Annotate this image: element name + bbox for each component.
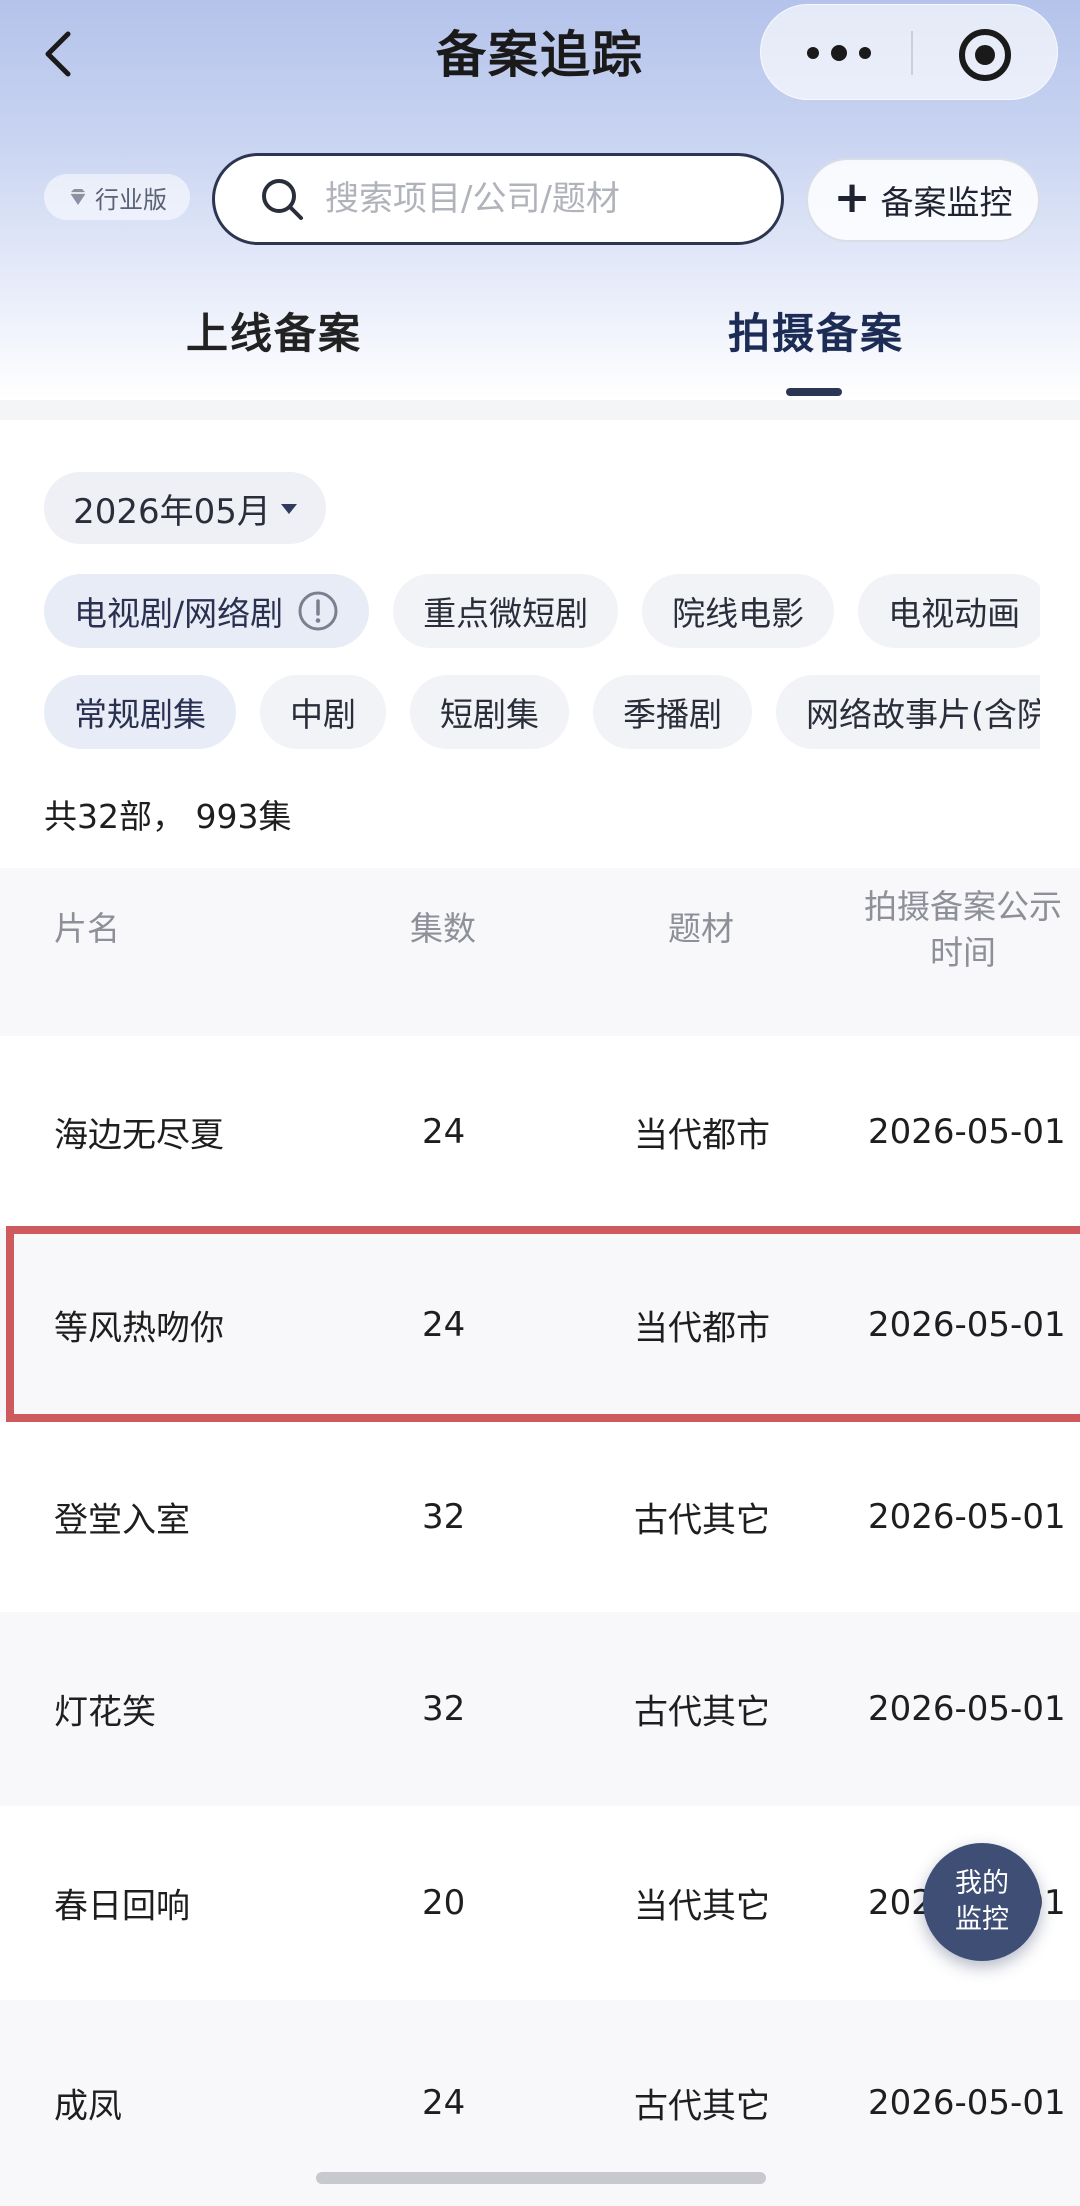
mini-program-capsule — [760, 4, 1058, 100]
my-monitor-fab-line1: 我的 — [955, 1868, 1009, 1899]
cell-episodes: 20 — [422, 1883, 466, 1923]
table-header: 片名 集数 题材 拍摄备案公示 时间 — [0, 868, 1080, 1036]
more-dots-icon[interactable] — [799, 33, 879, 73]
home-indicator[interactable] — [316, 2172, 766, 2184]
column-header-genre: 题材 — [668, 909, 734, 948]
category-filter-row: 电视剧/网络剧 重点微短剧 院线电影 电视动画 — [44, 574, 1040, 648]
result-summary: 共32部， 993集 — [44, 797, 292, 836]
filter-chip-regular-series[interactable]: 常规剧集 — [44, 675, 236, 749]
cell-name: 登堂入室 — [54, 1500, 190, 1541]
info-icon[interactable] — [297, 590, 339, 632]
filter-chip-label: 电视剧/网络剧 — [74, 594, 284, 633]
cell-name: 海边无尽夏 — [54, 1115, 224, 1156]
add-monitor-label: 备案监控 — [880, 183, 1013, 222]
column-header-episodes: 集数 — [410, 909, 476, 948]
column-header-name: 片名 — [54, 909, 120, 948]
table-row[interactable]: 登堂入室 32 古代其它 2026-05-01 — [0, 1422, 1080, 1612]
cell-episodes: 32 — [422, 1689, 466, 1729]
tab-online-record[interactable]: 上线备案 — [186, 300, 362, 361]
cell-date: 2026-05-01 — [868, 1112, 1066, 1152]
table-row[interactable]: 海边无尽夏 24 当代都市 2026-05-01 — [0, 1036, 1080, 1228]
filter-chip-label: 短剧集 — [440, 695, 539, 734]
filter-chip-label: 电视动画 — [888, 594, 1021, 633]
cell-genre: 古代其它 — [634, 1692, 770, 1733]
cell-name: 灯花笑 — [54, 1692, 156, 1733]
filter-chip-label: 常规剧集 — [74, 695, 206, 734]
filter-chip-cinema-film[interactable]: 院线电影 — [642, 574, 835, 648]
highlight-annotation-box — [6, 1226, 1080, 1422]
search-bar[interactable] — [212, 153, 784, 245]
target-circle-icon[interactable] — [957, 27, 1013, 83]
cell-episodes: 32 — [422, 1497, 466, 1537]
active-tab-indicator — [786, 388, 842, 396]
filter-chip-tv-web-drama[interactable]: 电视剧/网络剧 — [44, 574, 370, 648]
search-input[interactable] — [325, 179, 755, 219]
column-header-date-line1: 拍摄备案公示 — [864, 887, 1062, 926]
section-divider — [0, 400, 1080, 420]
table-row[interactable]: 灯花笑 32 古代其它 2026-05-01 — [0, 1612, 1080, 1806]
edition-badge: 行业版 — [44, 174, 190, 220]
month-picker-label: 2026年05月 — [73, 491, 271, 532]
search-icon — [262, 179, 303, 220]
record-type-tabs: 上线备案 拍摄备案 — [0, 290, 1080, 400]
add-monitor-button[interactable]: + 备案监控 — [806, 158, 1040, 242]
cell-name: 春日回响 — [54, 1886, 190, 1927]
cell-genre: 当代都市 — [634, 1115, 770, 1156]
my-monitor-fab-line2: 监控 — [955, 1904, 1009, 1935]
filter-chip-label: 网络故事片(含院 — [806, 695, 1040, 734]
cell-date: 2026-05-01 — [868, 1689, 1066, 1729]
cell-genre: 古代其它 — [634, 1500, 770, 1541]
filter-chip-short-series[interactable]: 短剧集 — [410, 675, 569, 749]
cell-date: 2026-05-01 — [868, 1497, 1066, 1537]
tab-shooting-record[interactable]: 拍摄备案 — [728, 300, 904, 361]
diamond-icon — [70, 189, 86, 205]
filter-chip-seasonal-series[interactable]: 季播剧 — [593, 675, 752, 749]
edition-badge-label: 行业版 — [95, 185, 167, 214]
column-header-date: 拍摄备案公示 时间 — [856, 884, 1070, 976]
filter-chip-label: 中剧 — [290, 695, 356, 734]
filter-chip-tv-animation[interactable]: 电视动画 — [858, 574, 1040, 648]
filter-chip-web-feature[interactable]: 网络故事片(含院 — [776, 675, 1040, 749]
cell-genre: 当代其它 — [634, 1886, 770, 1927]
cell-date: 2026-05-01 — [868, 2083, 1066, 2123]
filter-chip-micro-short[interactable]: 重点微短剧 — [393, 574, 619, 648]
my-monitor-fab[interactable]: 我的 监控 — [923, 1843, 1041, 1961]
cell-episodes: 24 — [422, 2083, 466, 2123]
caret-down-icon — [280, 504, 297, 514]
cell-name: 成凤 — [54, 2086, 122, 2127]
capsule-divider — [911, 31, 913, 75]
table-row[interactable]: 春日回响 20 当代其它 2026-05-01 — [0, 1806, 1080, 2000]
filter-chip-mid-series[interactable]: 中剧 — [260, 675, 386, 749]
cell-genre: 古代其它 — [634, 2086, 770, 2127]
subcategory-filter-row: 常规剧集 中剧 短剧集 季播剧 网络故事片(含院 — [44, 675, 1040, 749]
month-picker[interactable]: 2026年05月 — [44, 472, 326, 544]
filter-chip-label: 院线电影 — [672, 594, 805, 633]
cell-episodes: 24 — [422, 1112, 466, 1152]
filter-chip-label: 重点微短剧 — [423, 594, 589, 633]
column-header-date-line2: 时间 — [930, 933, 996, 972]
app-page: 备案追踪 行业版 + 备案监控 上线备案 拍摄备案 — [0, 0, 1080, 2206]
filter-chip-label: 季播剧 — [623, 695, 722, 734]
plus-icon: + — [833, 172, 871, 223]
